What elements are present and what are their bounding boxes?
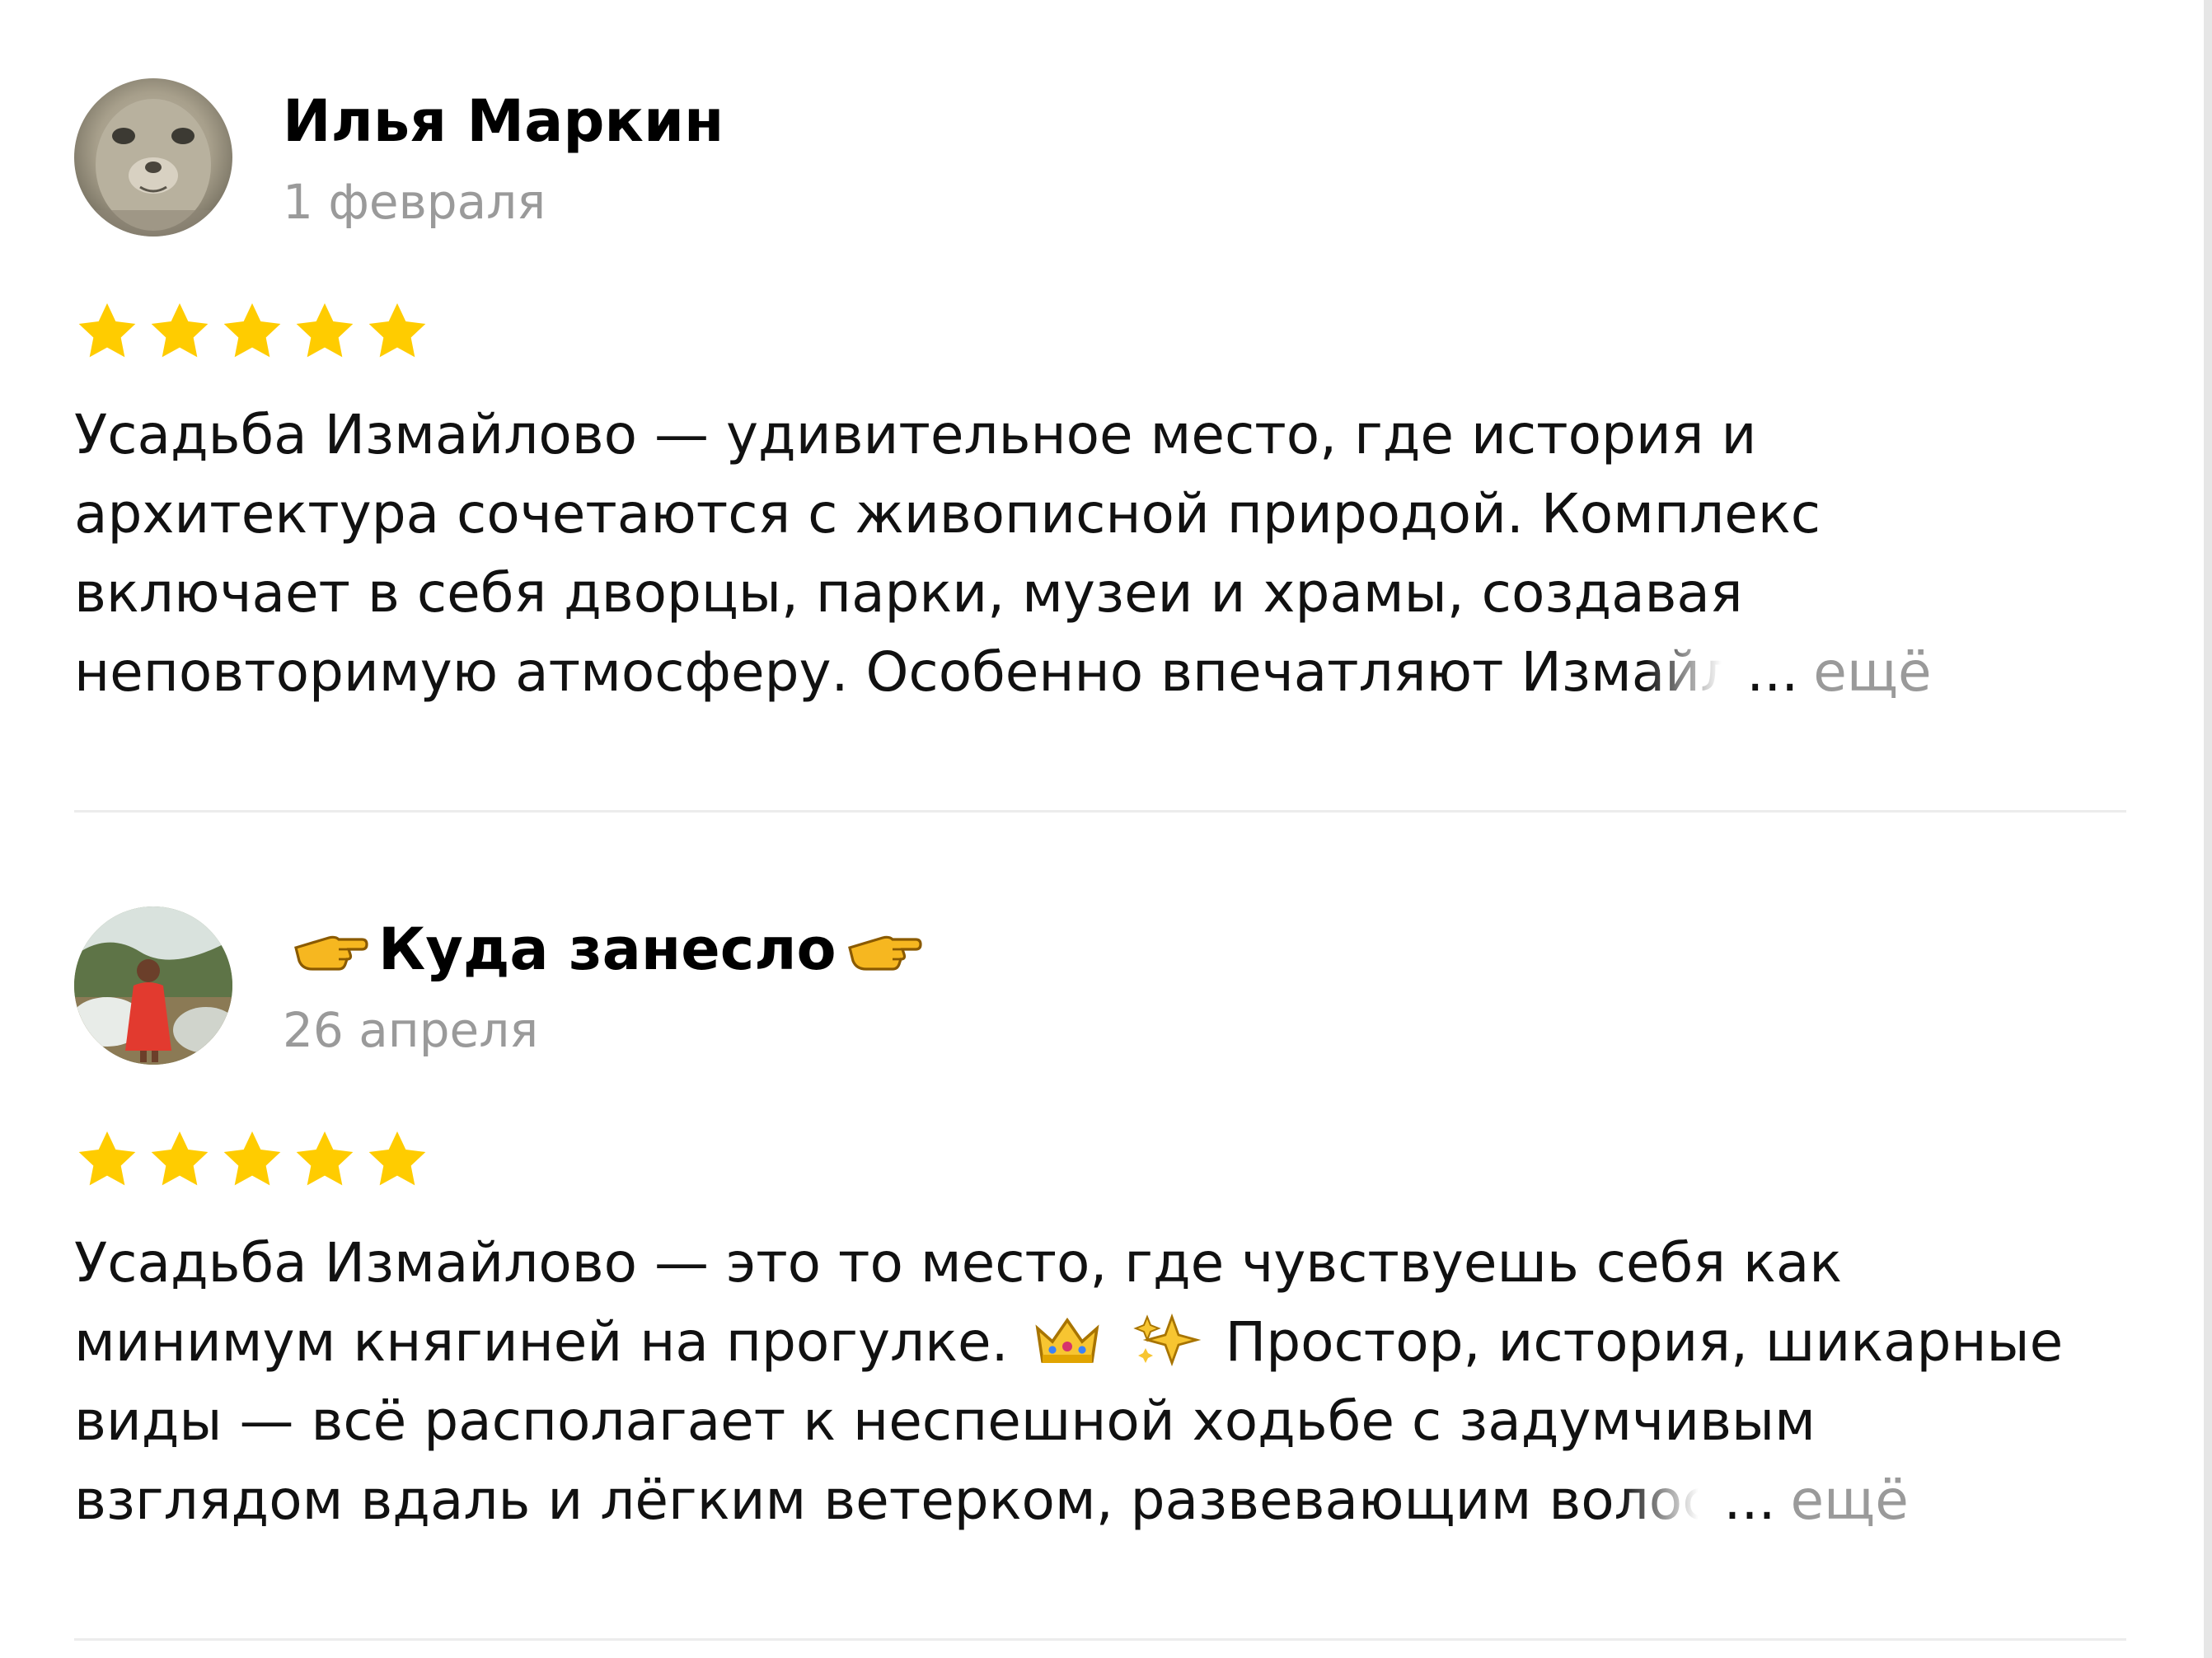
avatar[interactable]: [74, 906, 232, 1065]
review-text: Усадьба Измайлово — это то место, где чу…: [74, 1224, 2126, 1540]
read-more-link[interactable]: ещё: [1813, 633, 1931, 712]
star-icon: [368, 1131, 426, 1186]
reviews-page: Илья Маркин 1 февраля Усадьба Измайлово …: [0, 0, 2212, 1658]
pointing-hand-icon: [847, 935, 922, 971]
scrollbar-track[interactable]: [2204, 0, 2212, 1658]
star-icon: [368, 303, 426, 358]
author-name[interactable]: Куда занесло: [283, 908, 932, 991]
star-icon: [78, 1131, 136, 1186]
review-text-line: виды — всё располагает к неспешной ходьб…: [74, 1389, 1816, 1453]
review-text-line: включает в себя дворцы, парки, музеи и х…: [74, 561, 1743, 625]
star-icon: [223, 1131, 281, 1186]
crown-icon: [1035, 1317, 1099, 1363]
review-text-line: взглядом вдаль и лёгким ветерком, развев…: [74, 1461, 1713, 1540]
star-icon: [223, 303, 281, 358]
review-text-last-line: неповторимую атмосферу. Особенно впечатл…: [74, 633, 2126, 712]
divider: [74, 1638, 2126, 1641]
review-text-last-line: взглядом вдаль и лёгким ветерком, развев…: [74, 1461, 2126, 1540]
review-text: Усадьба Измайлово — удивительное место, …: [74, 396, 2126, 712]
star-icon: [296, 303, 354, 358]
review-text-fragment: минимум княгиней на прогулке.: [74, 1310, 1009, 1374]
rating-stars: [74, 299, 430, 365]
rating-stars: [74, 1127, 430, 1193]
ellipsis: ...: [1723, 1468, 1776, 1532]
read-more-link[interactable]: ещё: [1790, 1461, 1908, 1540]
review-date: 1 февраля: [283, 174, 546, 230]
author-name-text: Илья Маркин: [283, 87, 724, 155]
review-date: 26 апреля: [283, 1002, 539, 1058]
avatar[interactable]: [74, 78, 232, 237]
author-name-text: Куда занесло: [378, 916, 837, 983]
divider: [74, 810, 2126, 813]
star-icon: [296, 1131, 354, 1186]
review-text-line-with-emoji: минимум княгиней на прогулке. Простор, и…: [74, 1303, 2126, 1382]
author-name[interactable]: Илья Маркин: [283, 80, 724, 162]
review-text-line: архитектура сочетаются с живописной прир…: [74, 482, 1821, 546]
review-text-line: неповторимую атмосферу. Особенно впечатл…: [74, 633, 1736, 712]
review-text-fragment: Простор, история, шикарные: [1225, 1310, 2064, 1374]
sparkles-icon: [1132, 1313, 1201, 1367]
ellipsis: ...: [1746, 640, 1799, 704]
star-icon: [78, 303, 136, 358]
review-text-line: Усадьба Измайлово — это то место, где чу…: [74, 1231, 1843, 1295]
star-icon: [151, 303, 209, 358]
review-text-line: Усадьба Измайлово — удивительное место, …: [74, 403, 1757, 466]
pointing-hand-icon: [294, 935, 368, 971]
star-icon: [151, 1131, 209, 1186]
